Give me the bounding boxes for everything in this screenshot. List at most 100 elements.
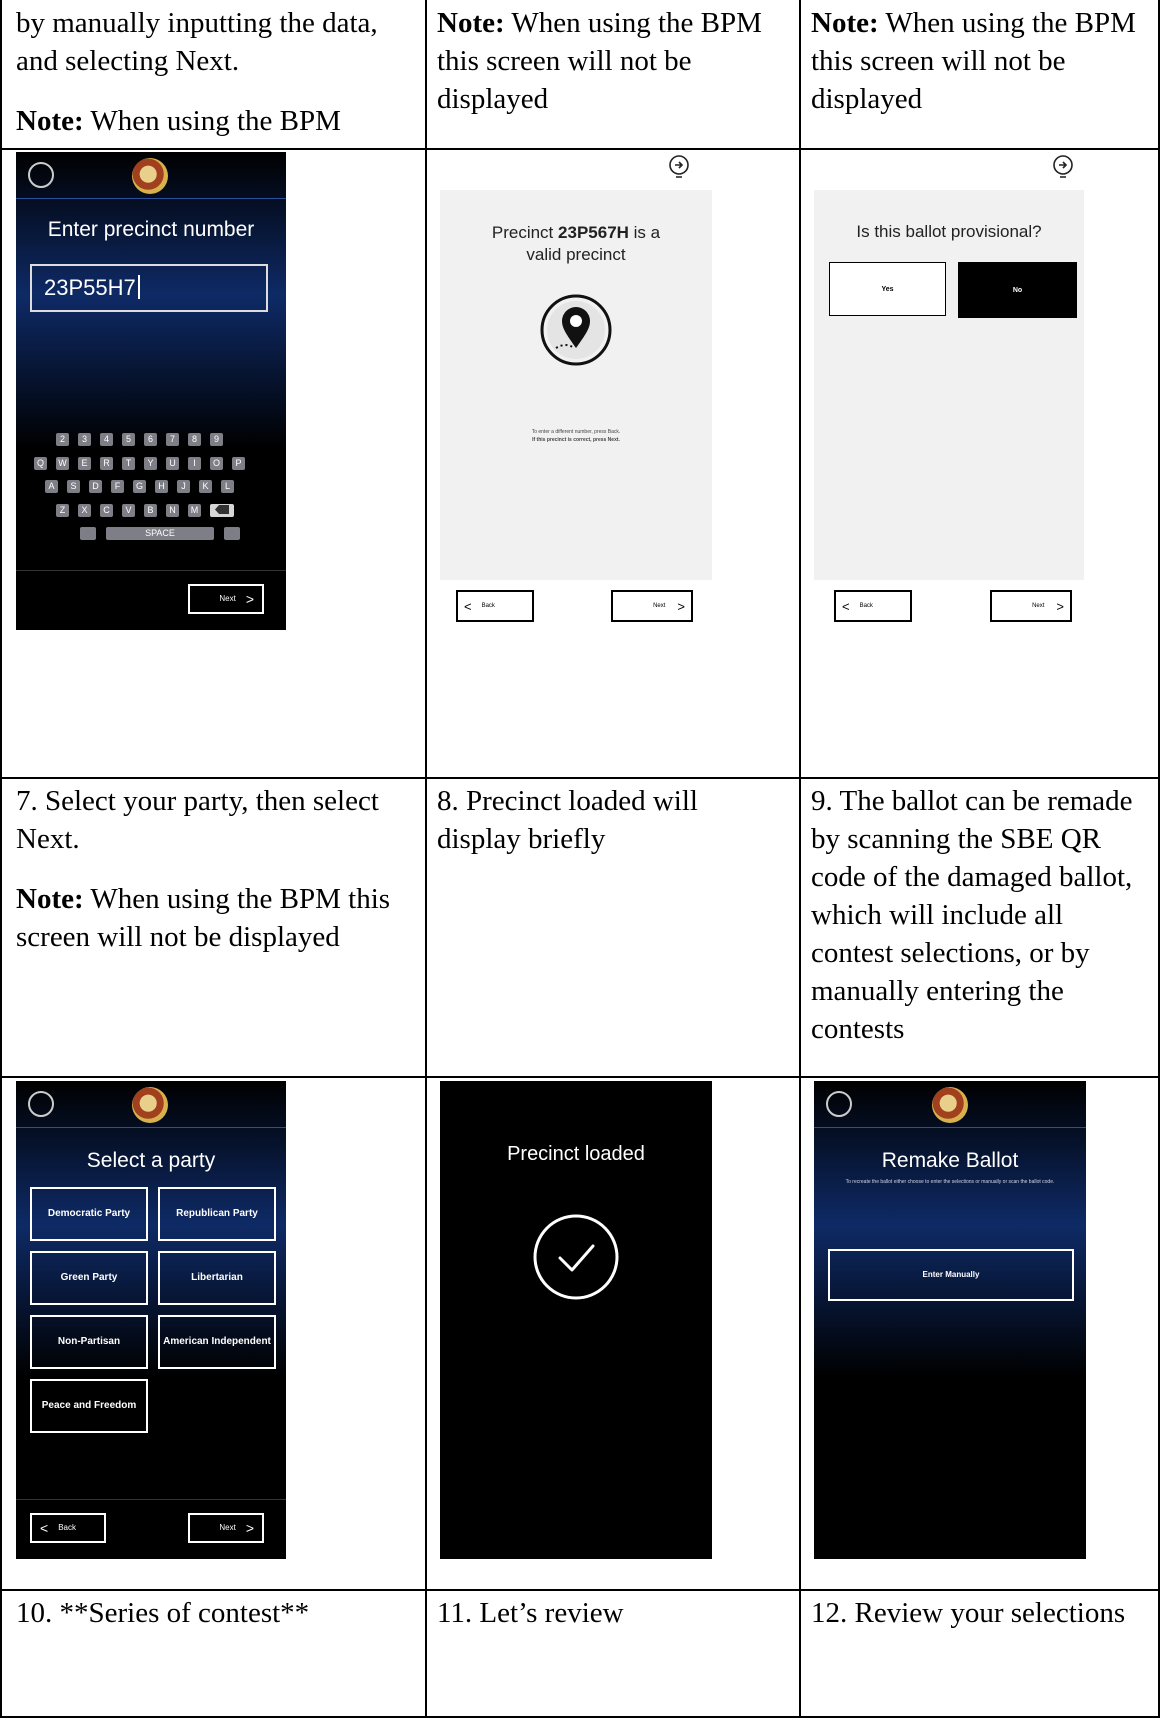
key[interactable]: 5 (122, 433, 135, 446)
party-screen: Select a party Democratic Party Republic… (16, 1081, 286, 1559)
content-panel: Is this ballot provisional? Yes No (814, 190, 1084, 580)
chevron-right-icon: > (245, 591, 254, 607)
chevron-right-icon: > (677, 598, 685, 614)
key[interactable]: K (199, 480, 212, 493)
key[interactable]: P (232, 457, 245, 470)
key[interactable]: G (133, 480, 146, 493)
screen-title: Precinct loaded (507, 1143, 645, 1165)
key[interactable]: W (56, 457, 69, 470)
key[interactable]: M (188, 504, 201, 517)
key[interactable]: S (67, 480, 80, 493)
key[interactable]: 4 (100, 433, 113, 446)
no-button[interactable]: No (958, 262, 1077, 318)
state-seal-icon (932, 1087, 968, 1123)
next-button[interactable]: Next > (611, 590, 693, 622)
party-option[interactable]: Green Party (30, 1251, 148, 1305)
key[interactable]: I (188, 457, 201, 470)
key[interactable]: X (78, 504, 91, 517)
key[interactable]: 9 (210, 433, 223, 446)
remake-ballot-screen: Remake Ballot To recreate the ballot eit… (814, 1081, 1086, 1559)
next-button-label: Next (653, 603, 666, 609)
key[interactable]: 8 (188, 433, 201, 446)
key[interactable]: L (221, 480, 234, 493)
row5-col3-text: 12. Review your selections (811, 1594, 1151, 1632)
note-label: Note: (811, 7, 879, 39)
key[interactable]: O (210, 457, 223, 470)
key[interactable]: F (111, 480, 124, 493)
backspace-key[interactable] (210, 504, 234, 517)
row1-col2-text: Note: When using the BPM this screen wil… (437, 4, 787, 118)
party-option[interactable]: American Independent (158, 1315, 276, 1369)
key[interactable]: E (78, 457, 91, 470)
title-line2: valid precinct (526, 245, 626, 264)
note: Note: When using the BPM (16, 102, 416, 140)
row3-col1-text: 7. Select your party, then select Next. … (16, 782, 416, 956)
key[interactable]: Y (144, 457, 157, 470)
key[interactable]: V (122, 504, 135, 517)
row-divider (0, 148, 1160, 150)
step-text: 11. Let’s review (437, 1597, 624, 1629)
party-option[interactable]: Peace and Freedom (30, 1379, 148, 1433)
precinct-id: 23P567H (558, 223, 629, 242)
screen-header (814, 1081, 1086, 1128)
next-button-label: Next (219, 594, 236, 603)
enter-manually-button[interactable]: Enter Manually (828, 1249, 1074, 1301)
space-key[interactable]: SPACE (106, 527, 214, 540)
chevron-left-icon: < (464, 598, 472, 614)
back-button-label: Back (58, 1523, 76, 1532)
key[interactable]: 7 (166, 433, 179, 446)
key[interactable]: H (155, 480, 168, 493)
party-option[interactable]: Libertarian (158, 1251, 276, 1305)
next-button[interactable]: Next > (188, 1513, 264, 1543)
key[interactable]: 6 (144, 433, 157, 446)
key[interactable]: Q (34, 457, 47, 470)
shift-key[interactable] (224, 527, 240, 540)
party-option[interactable]: Democratic Party (30, 1187, 148, 1241)
hint-line1: To enter a different number, press Back. (531, 429, 621, 435)
key[interactable]: 2 (56, 433, 69, 446)
shift-key[interactable] (80, 527, 96, 540)
key[interactable]: T (122, 457, 135, 470)
key[interactable]: B (144, 504, 157, 517)
screen-title: Is this ballot provisional? (856, 222, 1042, 241)
precinct-input[interactable]: 23P55H7 (30, 264, 268, 312)
footer-divider (16, 1499, 286, 1500)
exit-icon[interactable] (826, 1091, 852, 1117)
back-button[interactable]: < Back (834, 590, 912, 622)
screen-title: Remake Ballot (881, 1149, 1019, 1172)
key[interactable]: D (89, 480, 102, 493)
key[interactable]: 3 (78, 433, 91, 446)
key[interactable]: C (100, 504, 113, 517)
back-button[interactable]: < Back (30, 1513, 106, 1543)
row5-col2-text: 11. Let’s review (437, 1594, 787, 1632)
note-label: Note: (16, 883, 84, 915)
yes-button[interactable]: Yes (829, 262, 946, 316)
key[interactable]: R (100, 457, 113, 470)
screen-title: Precinct 23P567H is a valid precinct (440, 222, 712, 266)
precinct-input-value: 23P55H7 (44, 275, 136, 300)
next-button[interactable]: Next > (188, 584, 264, 614)
backspace-icon (215, 505, 229, 514)
chevron-right-icon: > (245, 1520, 254, 1536)
exit-icon[interactable] (1052, 154, 1074, 180)
key[interactable]: A (45, 480, 58, 493)
chevron-left-icon: < (40, 1520, 49, 1536)
party-option[interactable]: Republican Party (158, 1187, 276, 1241)
key[interactable]: U (166, 457, 179, 470)
state-seal-icon (132, 158, 168, 194)
key[interactable]: J (177, 480, 190, 493)
key[interactable]: Z (56, 504, 69, 517)
exit-icon[interactable] (668, 154, 690, 180)
party-option[interactable]: Non-Partisan (30, 1315, 148, 1369)
screen-header (16, 1081, 286, 1128)
key[interactable]: N (166, 504, 179, 517)
next-button-label: Next (1032, 603, 1045, 609)
next-button[interactable]: Next > (990, 590, 1072, 622)
row3-col2-text: 8. Precinct loaded will display briefly (437, 782, 787, 858)
exit-icon[interactable] (28, 1091, 54, 1117)
note-label: Note: (437, 7, 505, 39)
step-text: 10. **Series of contest** (16, 1597, 310, 1629)
exit-icon[interactable] (28, 162, 54, 188)
back-button[interactable]: < Back (456, 590, 534, 622)
column-divider (425, 0, 427, 1718)
